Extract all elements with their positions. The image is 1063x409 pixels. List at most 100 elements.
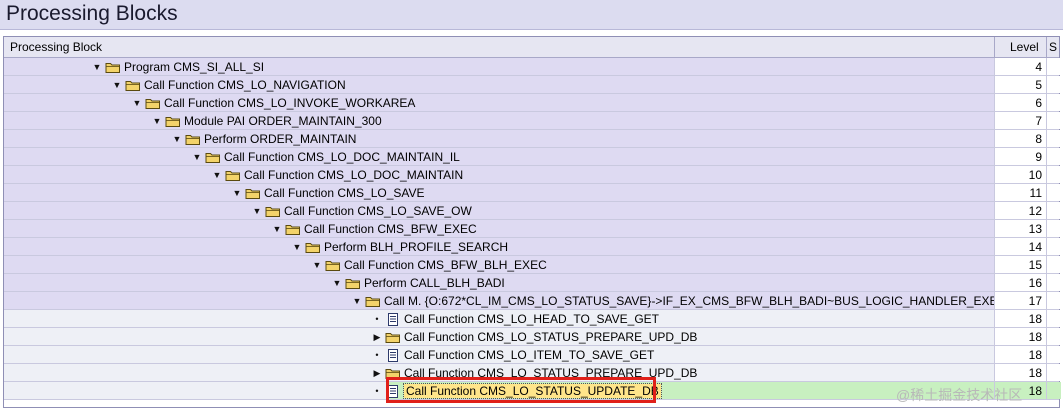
collapse-arrow-icon[interactable]: ▼ bbox=[232, 188, 242, 198]
tree-row[interactable]: • Call Function CMS_LO_HEAD_TO_SAVE_GET 18 bbox=[4, 310, 1061, 328]
tree-node-label[interactable]: Call Function CMS_LO_HEAD_TO_SAVE_GET bbox=[404, 312, 659, 326]
tree-node-label[interactable]: Call Function CMS_LO_ITEM_TO_SAVE_GET bbox=[404, 348, 654, 362]
tree-row[interactable]: ▼ Call Function CMS_LO_DOC_MAINTAIN_IL 9 bbox=[4, 148, 1061, 166]
watermark: @稀土掘金技术社区 bbox=[896, 387, 1023, 403]
tree-node-label[interactable]: Perform BLH_PROFILE_SEARCH bbox=[324, 240, 508, 254]
tree-node[interactable]: ▼ Perform CALL_BLH_BADI bbox=[332, 275, 505, 291]
tree-node-label[interactable]: Perform CALL_BLH_BADI bbox=[364, 276, 505, 290]
level-cell: 17 bbox=[994, 292, 1046, 309]
tree-node-label[interactable]: Call Function CMS_LO_DOC_MAINTAIN_IL bbox=[224, 150, 460, 164]
collapse-arrow-icon[interactable]: ▼ bbox=[212, 170, 222, 180]
tree-node-label[interactable]: Program CMS_SI_ALL_SI bbox=[124, 60, 264, 74]
level-cell: 14 bbox=[994, 238, 1046, 255]
tree-node[interactable]: ▼ Call Function CMS_LO_NAVIGATION bbox=[112, 77, 346, 93]
folder-icon bbox=[165, 115, 181, 128]
leaf-bullet-icon: • bbox=[375, 314, 379, 324]
column-header-s[interactable]: S bbox=[1046, 37, 1060, 57]
level-cell: 6 bbox=[994, 94, 1046, 111]
tree-node[interactable]: • Call Function CMS_LO_HEAD_TO_SAVE_GET bbox=[372, 311, 659, 327]
collapse-arrow-icon[interactable]: ▼ bbox=[112, 80, 122, 90]
tree-node[interactable]: ▼ Perform ORDER_MAINTAIN bbox=[172, 131, 357, 147]
level-cell: 18 bbox=[994, 364, 1046, 381]
tree-node[interactable]: ▼ Perform BLH_PROFILE_SEARCH bbox=[292, 239, 509, 255]
tree-row[interactable]: ▼ Program CMS_SI_ALL_SI 4 bbox=[4, 58, 1061, 76]
level-cell: 18 bbox=[994, 346, 1046, 363]
tree-node[interactable]: ▼ Call Function CMS_LO_SAVE bbox=[232, 185, 425, 201]
tree-node[interactable]: ▶ Call Function CMS_LO_STATUS_PREPARE_UPD… bbox=[372, 329, 698, 345]
folder-icon bbox=[265, 205, 281, 218]
tree-row[interactable]: ▼ Call Function CMS_LO_DOC_MAINTAIN 10 bbox=[4, 166, 1061, 184]
level-cell: 16 bbox=[994, 274, 1046, 291]
tree-row[interactable]: ▼ Call Function CMS_LO_SAVE_OW 12 bbox=[4, 202, 1061, 220]
level-cell: 15 bbox=[994, 256, 1046, 273]
collapse-arrow-icon[interactable]: ▼ bbox=[332, 278, 342, 288]
collapse-arrow-icon[interactable]: ▼ bbox=[132, 98, 142, 108]
page-title-bar: Processing Blocks bbox=[0, 0, 1063, 30]
tree-row[interactable]: ▼ Module PAI ORDER_MAINTAIN_300 7 bbox=[4, 112, 1061, 130]
collapse-arrow-icon[interactable]: ▼ bbox=[92, 62, 102, 72]
tree-node[interactable]: ▼ Module PAI ORDER_MAINTAIN_300 bbox=[152, 113, 382, 129]
leaf-bullet-icon: • bbox=[375, 350, 379, 360]
tree-node[interactable]: ▼ Call Function CMS_LO_INVOKE_WORKAREA bbox=[132, 95, 416, 111]
tree-row[interactable]: • Call Function CMS_LO_ITEM_TO_SAVE_GET 18 bbox=[4, 346, 1061, 364]
tree-node-label[interactable]: Module PAI ORDER_MAINTAIN_300 bbox=[184, 114, 382, 128]
tree-node-label[interactable]: Call Function CMS_BFW_EXEC bbox=[304, 222, 477, 236]
folder-icon bbox=[365, 295, 381, 308]
level-cell: 13 bbox=[994, 220, 1046, 237]
tree-node-label[interactable]: Call Function CMS_LO_STATUS_PREPARE_UPD_… bbox=[404, 330, 697, 344]
collapse-arrow-icon[interactable]: ▼ bbox=[192, 152, 202, 162]
tree-node-label[interactable]: Perform ORDER_MAINTAIN bbox=[204, 132, 356, 146]
folder-icon bbox=[105, 61, 121, 74]
tree-node[interactable]: ▼ Call Function CMS_LO_DOC_MAINTAIN_IL bbox=[192, 149, 460, 165]
s-cell bbox=[1046, 292, 1061, 309]
folder-icon bbox=[285, 223, 301, 236]
level-cell: 4 bbox=[994, 58, 1046, 75]
expand-arrow-icon[interactable]: ▶ bbox=[372, 368, 382, 379]
s-cell bbox=[1046, 256, 1061, 273]
tree-node-label[interactable]: Call M. {O:672*CL_IM_CMS_LO_STATUS_SAVE}… bbox=[384, 294, 1006, 308]
tree-row[interactable]: ▼ Perform CALL_BLH_BADI 16 bbox=[4, 274, 1061, 292]
collapse-arrow-icon[interactable]: ▼ bbox=[352, 296, 362, 306]
s-cell bbox=[1046, 382, 1061, 399]
tree-node[interactable]: • Call Function CMS_LO_ITEM_TO_SAVE_GET bbox=[372, 347, 654, 363]
expand-arrow-icon[interactable]: ▶ bbox=[372, 332, 382, 343]
tree-node-label[interactable]: Call Function CMS_BFW_BLH_EXEC bbox=[344, 258, 547, 272]
collapse-arrow-icon[interactable]: ▼ bbox=[312, 260, 322, 270]
level-cell: 12 bbox=[994, 202, 1046, 219]
tree-node[interactable]: ▼ Call Function CMS_LO_DOC_MAINTAIN bbox=[212, 167, 464, 183]
tree-row[interactable]: ▼ Call Function CMS_LO_NAVIGATION 5 bbox=[4, 76, 1061, 94]
collapse-arrow-icon[interactable]: ▼ bbox=[152, 116, 162, 126]
tree-row[interactable]: ▼ Perform ORDER_MAINTAIN 8 bbox=[4, 130, 1061, 148]
tree-node[interactable]: ▼ Call Function CMS_LO_SAVE_OW bbox=[252, 203, 472, 219]
tree-node-label[interactable]: Call Function CMS_LO_INVOKE_WORKAREA bbox=[164, 96, 415, 110]
tree-row[interactable]: ▼ Call Function CMS_LO_INVOKE_WORKAREA 6 bbox=[4, 94, 1061, 112]
tree-row[interactable]: ▼ Call Function CMS_BFW_EXEC 13 bbox=[4, 220, 1061, 238]
processing-blocks-tree[interactable]: Processing Block Level S ▼ Program CMS_SI… bbox=[3, 36, 1061, 408]
folder-icon bbox=[225, 169, 241, 182]
level-cell: 10 bbox=[994, 166, 1046, 183]
s-cell bbox=[1046, 130, 1061, 147]
tree-node-label[interactable]: Call Function CMS_LO_SAVE bbox=[264, 186, 425, 200]
tree-node-label[interactable]: Call Function CMS_LO_DOC_MAINTAIN bbox=[244, 168, 463, 182]
tree-row[interactable]: ▼ Call Function CMS_LO_SAVE 11 bbox=[4, 184, 1061, 202]
tree-row[interactable]: ▶ Call Function CMS_LO_STATUS_PREPARE_UPD… bbox=[4, 328, 1061, 346]
tree-node-label[interactable]: Call Function CMS_LO_SAVE_OW bbox=[284, 204, 472, 218]
tree-node[interactable]: ▼ Call Function CMS_BFW_EXEC bbox=[272, 221, 477, 237]
collapse-arrow-icon[interactable]: ▼ bbox=[172, 134, 182, 144]
column-header-level[interactable]: Level bbox=[994, 37, 1046, 57]
document-icon bbox=[385, 348, 401, 362]
collapse-arrow-icon[interactable]: ▼ bbox=[292, 242, 302, 252]
tree-node[interactable]: ▼ Call M. {O:672*CL_IM_CMS_LO_STATUS_SAVE… bbox=[352, 293, 1007, 309]
folder-icon bbox=[325, 259, 341, 272]
s-cell bbox=[1046, 346, 1061, 363]
tree-node[interactable]: ▼ Program CMS_SI_ALL_SI bbox=[92, 59, 265, 75]
tree-row[interactable]: ▼ Perform BLH_PROFILE_SEARCH 14 bbox=[4, 238, 1061, 256]
column-header-processing-block[interactable]: Processing Block bbox=[10, 40, 102, 54]
collapse-arrow-icon[interactable]: ▼ bbox=[252, 206, 262, 216]
tree-node-label[interactable]: Call Function CMS_LO_NAVIGATION bbox=[144, 78, 346, 92]
leaf-bullet-icon: • bbox=[375, 386, 379, 396]
collapse-arrow-icon[interactable]: ▼ bbox=[272, 224, 282, 234]
tree-node[interactable]: ▼ Call Function CMS_BFW_BLH_EXEC bbox=[312, 257, 547, 273]
tree-row[interactable]: ▼ Call Function CMS_BFW_BLH_EXEC 15 bbox=[4, 256, 1061, 274]
tree-row[interactable]: ▼ Call M. {O:672*CL_IM_CMS_LO_STATUS_SAVE… bbox=[4, 292, 1061, 310]
